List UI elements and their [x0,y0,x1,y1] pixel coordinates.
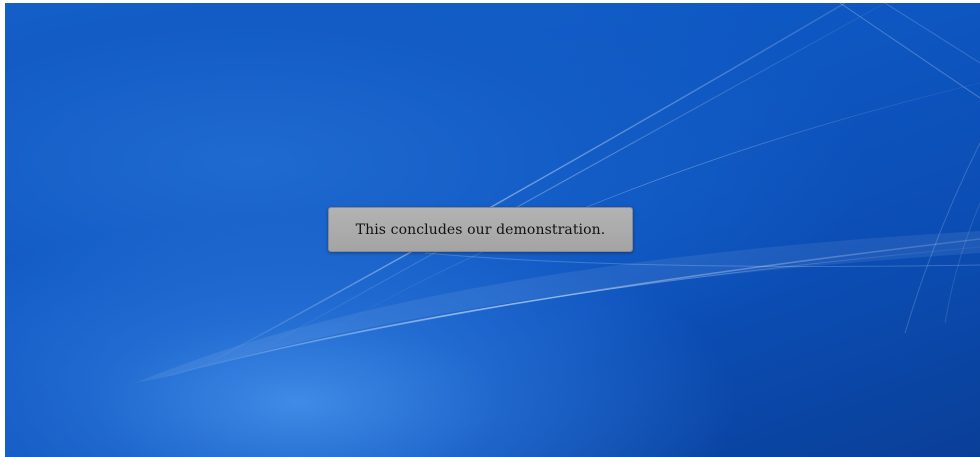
desktop-background: This concludes our demonstration. [5,3,980,457]
demonstration-end-message: This concludes our demonstration. [328,207,633,252]
message-text: This concludes our demonstration. [355,221,606,238]
